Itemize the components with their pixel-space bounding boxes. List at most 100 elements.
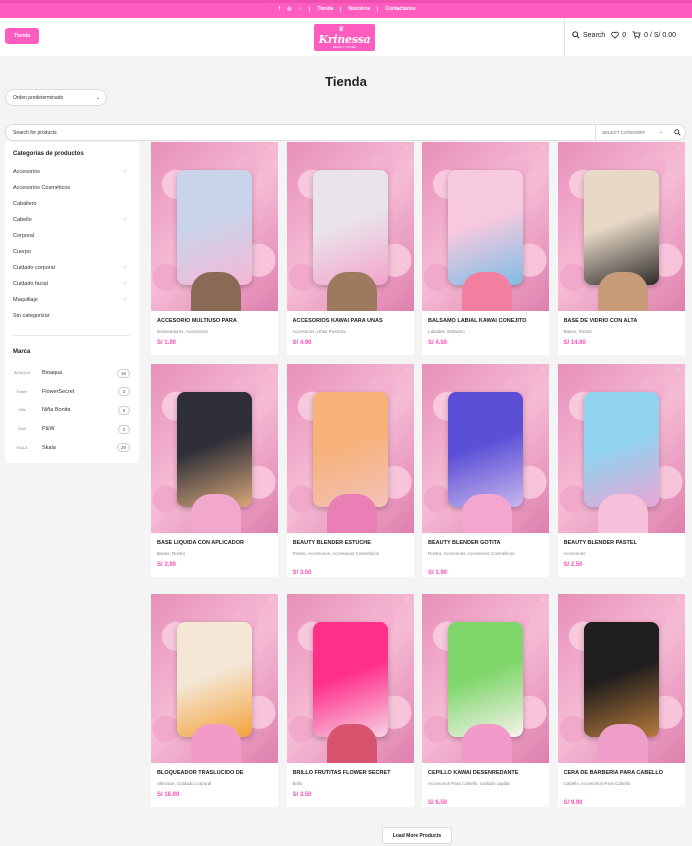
category-select[interactable]: SELECT CATEGORY ⌄ bbox=[595, 125, 669, 140]
shop-button[interactable]: Tienda bbox=[5, 28, 39, 44]
product-card[interactable]: ♡ BEAUTY BLENDER ESTUCHE Rostro, Accesorio… bbox=[286, 364, 414, 577]
product-name[interactable]: BLOQUEADOR TRASLÚCIDO DE bbox=[157, 770, 275, 776]
wishlist-heart-icon[interactable]: ♡ bbox=[675, 145, 680, 152]
wishlist-heart-icon[interactable]: ♡ bbox=[540, 145, 545, 152]
sidebar: Categorías de productos Accesorios ⌄ Acces… bbox=[5, 142, 139, 463]
category-item[interactable]: Accesorios Cosméticos bbox=[13, 185, 70, 191]
product-card[interactable]: ♡ CERA DE BARBERIA PARA CABELLO Cabello, A… bbox=[557, 594, 685, 807]
product-card[interactable]: ♡ BLOQUEADOR TRASLÚCIDO DE Skincare, Cuida… bbox=[151, 594, 278, 807]
chevron-down-icon[interactable]: ⌄ bbox=[123, 216, 127, 222]
product-card[interactable]: ♡ BEAUTY BLENDER GOTITA Rostro, Accesorios… bbox=[422, 364, 549, 577]
product-packaging bbox=[177, 392, 252, 507]
wishlist-heart-icon[interactable]: ♡ bbox=[269, 367, 274, 374]
product-image[interactable]: ♡ bbox=[557, 594, 685, 763]
chevron-down-icon[interactable]: ⌄ bbox=[123, 280, 127, 286]
category-item[interactable]: Cuidado corporal bbox=[13, 265, 55, 271]
wishlist-heart-icon[interactable]: ♡ bbox=[540, 367, 545, 374]
hand-shape bbox=[191, 724, 241, 763]
product-packaging bbox=[177, 170, 252, 285]
category-item[interactable]: Cuidado facial bbox=[13, 281, 48, 287]
logo-tagline: BEAUTY STORE bbox=[332, 45, 357, 49]
instagram-icon[interactable]: ◎ bbox=[286, 6, 292, 12]
wishlist-heart-icon[interactable]: ♡ bbox=[675, 367, 680, 374]
product-image[interactable]: ♡ bbox=[286, 364, 414, 533]
product-image[interactable]: ♡ bbox=[422, 142, 549, 311]
topbar-link-nosotros[interactable]: Nosotros bbox=[348, 6, 370, 12]
product-image[interactable]: ♡ bbox=[151, 364, 278, 533]
product-card[interactable]: ♡ CEPILLO KAWAI DESENREDANTE Accesorios Pa… bbox=[422, 594, 549, 807]
product-name[interactable]: BASE LIQUIDA CON APLICADOR bbox=[157, 540, 275, 546]
category-item[interactable]: Maquillaje bbox=[13, 297, 38, 303]
product-categories: Rostro, Accesorios, Accesorios Cosmético… bbox=[292, 551, 380, 556]
brands-title: Marca bbox=[13, 349, 31, 355]
search-submit-button[interactable] bbox=[669, 125, 686, 140]
product-card[interactable]: ♡ BRILLO FRUTITAS FLOWER SECRET Brillo S/ 3… bbox=[286, 594, 414, 807]
product-name[interactable]: BASE DE VIDRIO CON ALTA bbox=[564, 318, 682, 324]
cart-button[interactable]: 0 / S/ 0.00 bbox=[632, 31, 676, 39]
wishlist-heart-icon[interactable]: ♡ bbox=[404, 367, 409, 374]
category-item[interactable]: Corporal bbox=[13, 233, 34, 239]
product-card[interactable]: ♡ BEAUTY BLENDER PASTEL Accesorios S/ 2.50 bbox=[557, 364, 685, 577]
wishlist-heart-icon[interactable]: ♡ bbox=[269, 145, 274, 152]
chevron-down-icon[interactable]: ⌄ bbox=[123, 264, 127, 270]
product-image[interactable]: ♡ bbox=[286, 594, 414, 763]
site-logo[interactable]: ♛ Krinessa BEAUTY STORE bbox=[314, 24, 375, 51]
product-price: S/ 4.90 bbox=[292, 340, 312, 346]
category-item[interactable]: Cuerpo bbox=[13, 249, 31, 255]
facebook-icon[interactable]: f bbox=[276, 6, 282, 12]
product-image[interactable]: ♡ bbox=[557, 364, 685, 533]
wishlist-heart-icon[interactable]: ♡ bbox=[404, 597, 409, 604]
product-image[interactable]: ♡ bbox=[422, 364, 549, 533]
brand-logo: SKALA bbox=[16, 445, 28, 450]
topbar-link-tienda[interactable]: Tienda bbox=[317, 6, 333, 12]
cart-total: 0 / S/ 0.00 bbox=[644, 31, 677, 39]
product-name[interactable]: BEAUTY BLENDER ESTUCHE bbox=[293, 540, 411, 546]
wishlist-count: 0 bbox=[622, 31, 627, 39]
search-button[interactable]: Search bbox=[572, 31, 605, 39]
product-image[interactable]: ♡ bbox=[151, 594, 278, 763]
sort-select[interactable]: Orden predeterminado ⌄ bbox=[5, 89, 107, 106]
category-item[interactable]: Caballero bbox=[13, 201, 37, 207]
product-image[interactable]: ♡ bbox=[422, 594, 549, 763]
chevron-down-icon[interactable]: ⌄ bbox=[123, 168, 127, 174]
product-name[interactable]: BRILLO FRUTITAS FLOWER SECRET bbox=[293, 770, 411, 776]
product-image[interactable]: ♡ bbox=[151, 142, 278, 311]
wishlist-heart-icon[interactable]: ♡ bbox=[269, 597, 274, 604]
product-name[interactable]: ACCESORIO MULTIUSO PARA bbox=[157, 318, 275, 324]
brand-item[interactable]: P&W P&W 2 bbox=[13, 423, 130, 435]
product-categories: Brillo bbox=[292, 781, 303, 786]
product-image[interactable]: ♡ bbox=[286, 142, 414, 311]
brand-item[interactable]: BIOAQUA Bioaqua 18 bbox=[13, 367, 130, 379]
chevron-down-icon[interactable]: ⌄ bbox=[123, 296, 127, 302]
wishlist-button[interactable]: 0 bbox=[611, 31, 626, 39]
product-name[interactable]: CEPILLO KAWAI DESENREDANTE bbox=[428, 770, 546, 776]
product-name[interactable]: CERA DE BARBERIA PARA CABELLO bbox=[564, 770, 682, 776]
product-card[interactable]: ♡ ACCESORIO MULTIUSO PARA Delineadores, Ac… bbox=[151, 142, 278, 355]
product-card[interactable]: ♡ BASE DE VIDRIO CON ALTA Bases, Rostro S/ … bbox=[557, 142, 685, 355]
search-input[interactable]: Search for products bbox=[13, 130, 57, 136]
header-actions: Search 0 0 / S/ 0.00 bbox=[572, 31, 676, 39]
heart-icon bbox=[611, 31, 619, 39]
wishlist-heart-icon[interactable]: ♡ bbox=[540, 597, 545, 604]
topbar-link-contactanos[interactable]: Contactanos bbox=[385, 6, 415, 12]
category-item[interactable]: Sin categorizar bbox=[13, 313, 50, 319]
product-image[interactable]: ♡ bbox=[557, 142, 685, 311]
product-card[interactable]: ♡ ACCESORIOS KAWAI PARA UÑAS Accesorios, U… bbox=[286, 142, 414, 355]
wishlist-heart-icon[interactable]: ♡ bbox=[404, 145, 409, 152]
product-name[interactable]: BEAUTY BLENDER GOTITA bbox=[428, 540, 546, 546]
product-name[interactable]: BALSAMO LABIAL KAWAI CONEJITO bbox=[428, 318, 546, 324]
category-item[interactable]: Accesorios bbox=[13, 169, 40, 175]
tiktok-icon[interactable]: ♪ bbox=[296, 6, 302, 12]
load-more-button[interactable]: Load More Products bbox=[382, 827, 452, 844]
wishlist-heart-icon[interactable]: ♡ bbox=[675, 597, 680, 604]
category-item[interactable]: Cabello bbox=[13, 217, 32, 223]
product-name[interactable]: BEAUTY BLENDER PASTEL bbox=[564, 540, 682, 546]
product-card[interactable]: ♡ BALSAMO LABIAL KAWAI CONEJITO Labiales, … bbox=[422, 142, 549, 355]
product-name[interactable]: ACCESORIOS KAWAI PARA UÑAS bbox=[293, 318, 411, 324]
product-card[interactable]: ♡ BASE LIQUIDA CON APLICADOR Bases, Rostro… bbox=[151, 364, 278, 577]
brand-item[interactable]: Niña Niña Bonita 5 bbox=[13, 404, 130, 416]
divider bbox=[13, 335, 130, 336]
brand-item[interactable]: Flower FlowerSecret 3 bbox=[13, 386, 130, 398]
brand-item[interactable]: SKALA Skala 29 bbox=[13, 442, 130, 454]
product-packaging bbox=[312, 170, 388, 285]
